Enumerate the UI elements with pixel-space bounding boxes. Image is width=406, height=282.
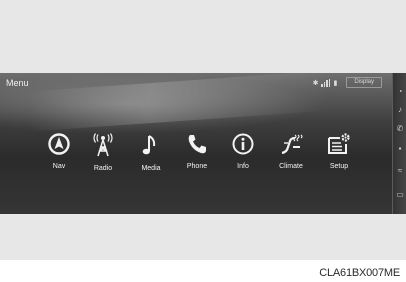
menu-item-nav[interactable]: Nav: [36, 133, 82, 170]
menu-item-climate[interactable]: Climate: [268, 133, 314, 170]
menu-item-label: Climate: [279, 163, 303, 170]
music-note-icon: [142, 135, 156, 155]
page-bottom-band: [0, 214, 406, 260]
phone-icon: [188, 135, 206, 154]
side-phone-icon[interactable]: ✆: [395, 124, 405, 134]
battery-icon: ▮: [333, 79, 338, 87]
menu-grid: Nav Radio Media Phone Info Climate Setup: [36, 133, 376, 193]
menu-item-radio[interactable]: Radio: [80, 133, 126, 172]
menu-item-label: Phone: [186, 163, 208, 170]
side-climate-icon[interactable]: ≈: [395, 166, 405, 176]
side-info-icon[interactable]: ▪: [395, 144, 405, 154]
menu-item-phone[interactable]: Phone: [174, 133, 220, 170]
side-nav-icon[interactable]: ◔: [395, 87, 405, 97]
setup-icon: [328, 133, 350, 154]
signal-strength-icon: [321, 78, 331, 87]
menu-item-info[interactable]: Info: [220, 133, 266, 170]
menu-item-media[interactable]: Media: [128, 133, 174, 172]
page-top-band: [0, 0, 406, 73]
figure-code: CLA61BX007ME: [319, 267, 400, 279]
radio-tower-icon: [93, 133, 113, 157]
display-button[interactable]: Display: [346, 77, 382, 88]
nav-icon: [48, 133, 70, 155]
menu-item-setup[interactable]: Setup: [316, 133, 362, 170]
menu-item-label: Media: [141, 165, 161, 172]
info-icon: [232, 133, 254, 155]
screen-title: Menu: [6, 78, 29, 88]
climate-icon: [281, 134, 303, 155]
side-shortcut-bar: ◔ ♪ ✆ ▪ ≈ ▭: [392, 73, 406, 214]
menu-item-label: Nav: [52, 163, 66, 170]
bluetooth-icon: ✱: [312, 79, 319, 87]
status-bar: ✱ ▮ Display: [313, 77, 382, 88]
menu-item-label: Radio: [93, 165, 113, 172]
side-setup-icon[interactable]: ▭: [395, 190, 405, 200]
menu-item-label: Setup: [329, 163, 349, 170]
side-media-icon[interactable]: ♪: [395, 105, 405, 115]
menu-item-label: Info: [237, 163, 249, 170]
head-unit-screen: Menu ✱ ▮ Display Nav Radio Media Phone I…: [0, 73, 406, 214]
